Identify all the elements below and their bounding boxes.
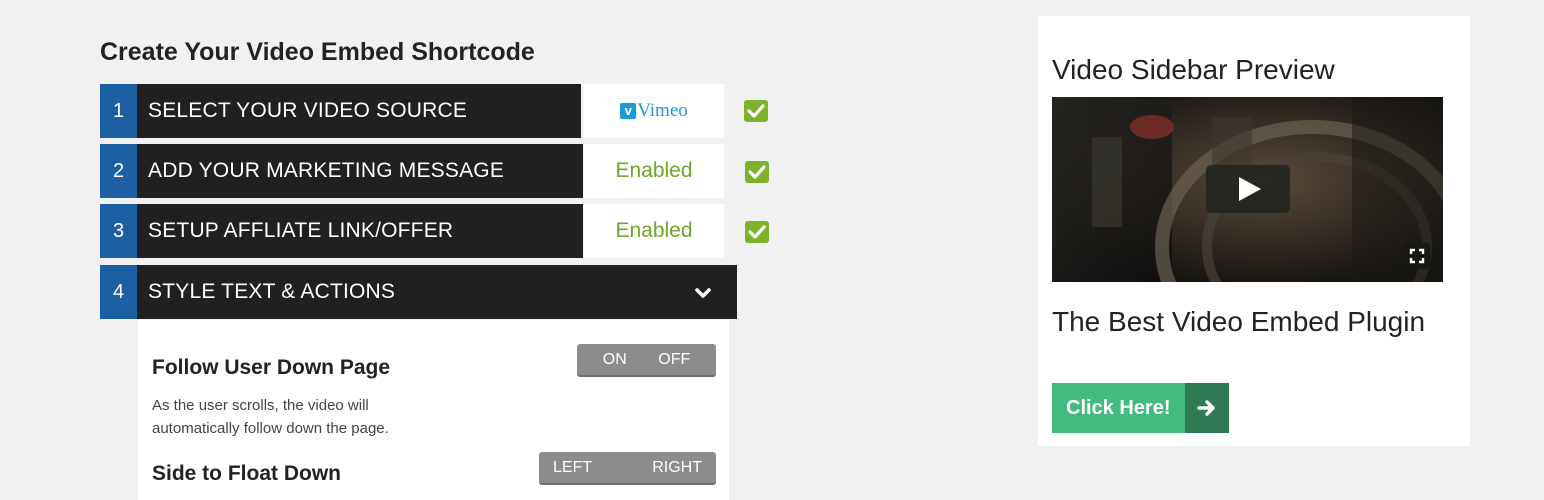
style-options-panel: Follow User Down Page ON OFF As the user…: [138, 320, 729, 500]
sidebar-title: Video Sidebar Preview: [1052, 54, 1335, 85]
video-sidebar-preview: Video Sidebar Preview The Best Video Emb…: [1038, 16, 1470, 446]
step-setup-affiliate-link[interactable]: 3 SETUP AFFLIATE LINK/OFFER Enabled: [100, 204, 780, 258]
follow-user-toggle[interactable]: ON OFF: [577, 344, 716, 377]
vimeo-logo: v Vimeo: [620, 100, 688, 122]
chevron-down-icon[interactable]: [694, 286, 712, 300]
check-icon: [745, 161, 769, 183]
step-label[interactable]: SETUP AFFLIATE LINK/OFFER: [137, 204, 583, 258]
play-icon: [1239, 177, 1261, 201]
cta-arrow[interactable]: [1184, 383, 1229, 433]
play-button[interactable]: [1206, 165, 1290, 213]
toggle-right-option[interactable]: RIGHT: [652, 459, 702, 477]
toggle-off-option[interactable]: OFF: [658, 351, 690, 369]
video-player[interactable]: [1052, 97, 1443, 282]
step-add-marketing-message[interactable]: 2 ADD YOUR MARKETING MESSAGE Enabled: [100, 144, 780, 198]
fullscreen-button[interactable]: [1404, 243, 1430, 269]
check-icon: [744, 100, 768, 122]
step-number: 4: [100, 265, 137, 319]
follow-user-description: As the user scrolls, the video will auto…: [152, 397, 389, 437]
video-headline: The Best Video Embed Plugin: [1052, 306, 1426, 337]
cta-button-label[interactable]: Click Here!: [1052, 383, 1185, 433]
step-number: 1: [100, 84, 137, 138]
step-label[interactable]: SELECT YOUR VIDEO SOURCE: [137, 84, 581, 138]
fullscreen-icon: [1409, 248, 1425, 264]
marketing-message-status: Enabled: [584, 144, 724, 198]
side-float-title: Side to Float Down: [152, 462, 341, 485]
check-icon: [745, 221, 769, 243]
toggle-on-option[interactable]: ON: [603, 351, 627, 369]
toggle-left-option[interactable]: LEFT: [553, 459, 592, 477]
step-style-text-actions[interactable]: 4 STYLE TEXT & ACTIONS: [100, 265, 737, 319]
video-source-value: v Vimeo: [584, 84, 724, 138]
follow-user-title: Follow User Down Page: [152, 356, 391, 379]
step-number: 2: [100, 144, 137, 198]
affiliate-link-status: Enabled: [584, 204, 724, 258]
page-title: Create Your Video Embed Shortcode: [100, 38, 535, 66]
step-number: 3: [100, 204, 137, 258]
step-select-video-source[interactable]: 1 SELECT YOUR VIDEO SOURCE v Vimeo: [100, 84, 780, 138]
cta-button[interactable]: Click Here!: [1052, 383, 1229, 433]
step-label[interactable]: ADD YOUR MARKETING MESSAGE: [137, 144, 583, 198]
step-label[interactable]: STYLE TEXT & ACTIONS: [137, 265, 737, 319]
arrow-right-icon: [1196, 400, 1215, 416]
side-float-toggle[interactable]: LEFT RIGHT: [539, 452, 716, 485]
